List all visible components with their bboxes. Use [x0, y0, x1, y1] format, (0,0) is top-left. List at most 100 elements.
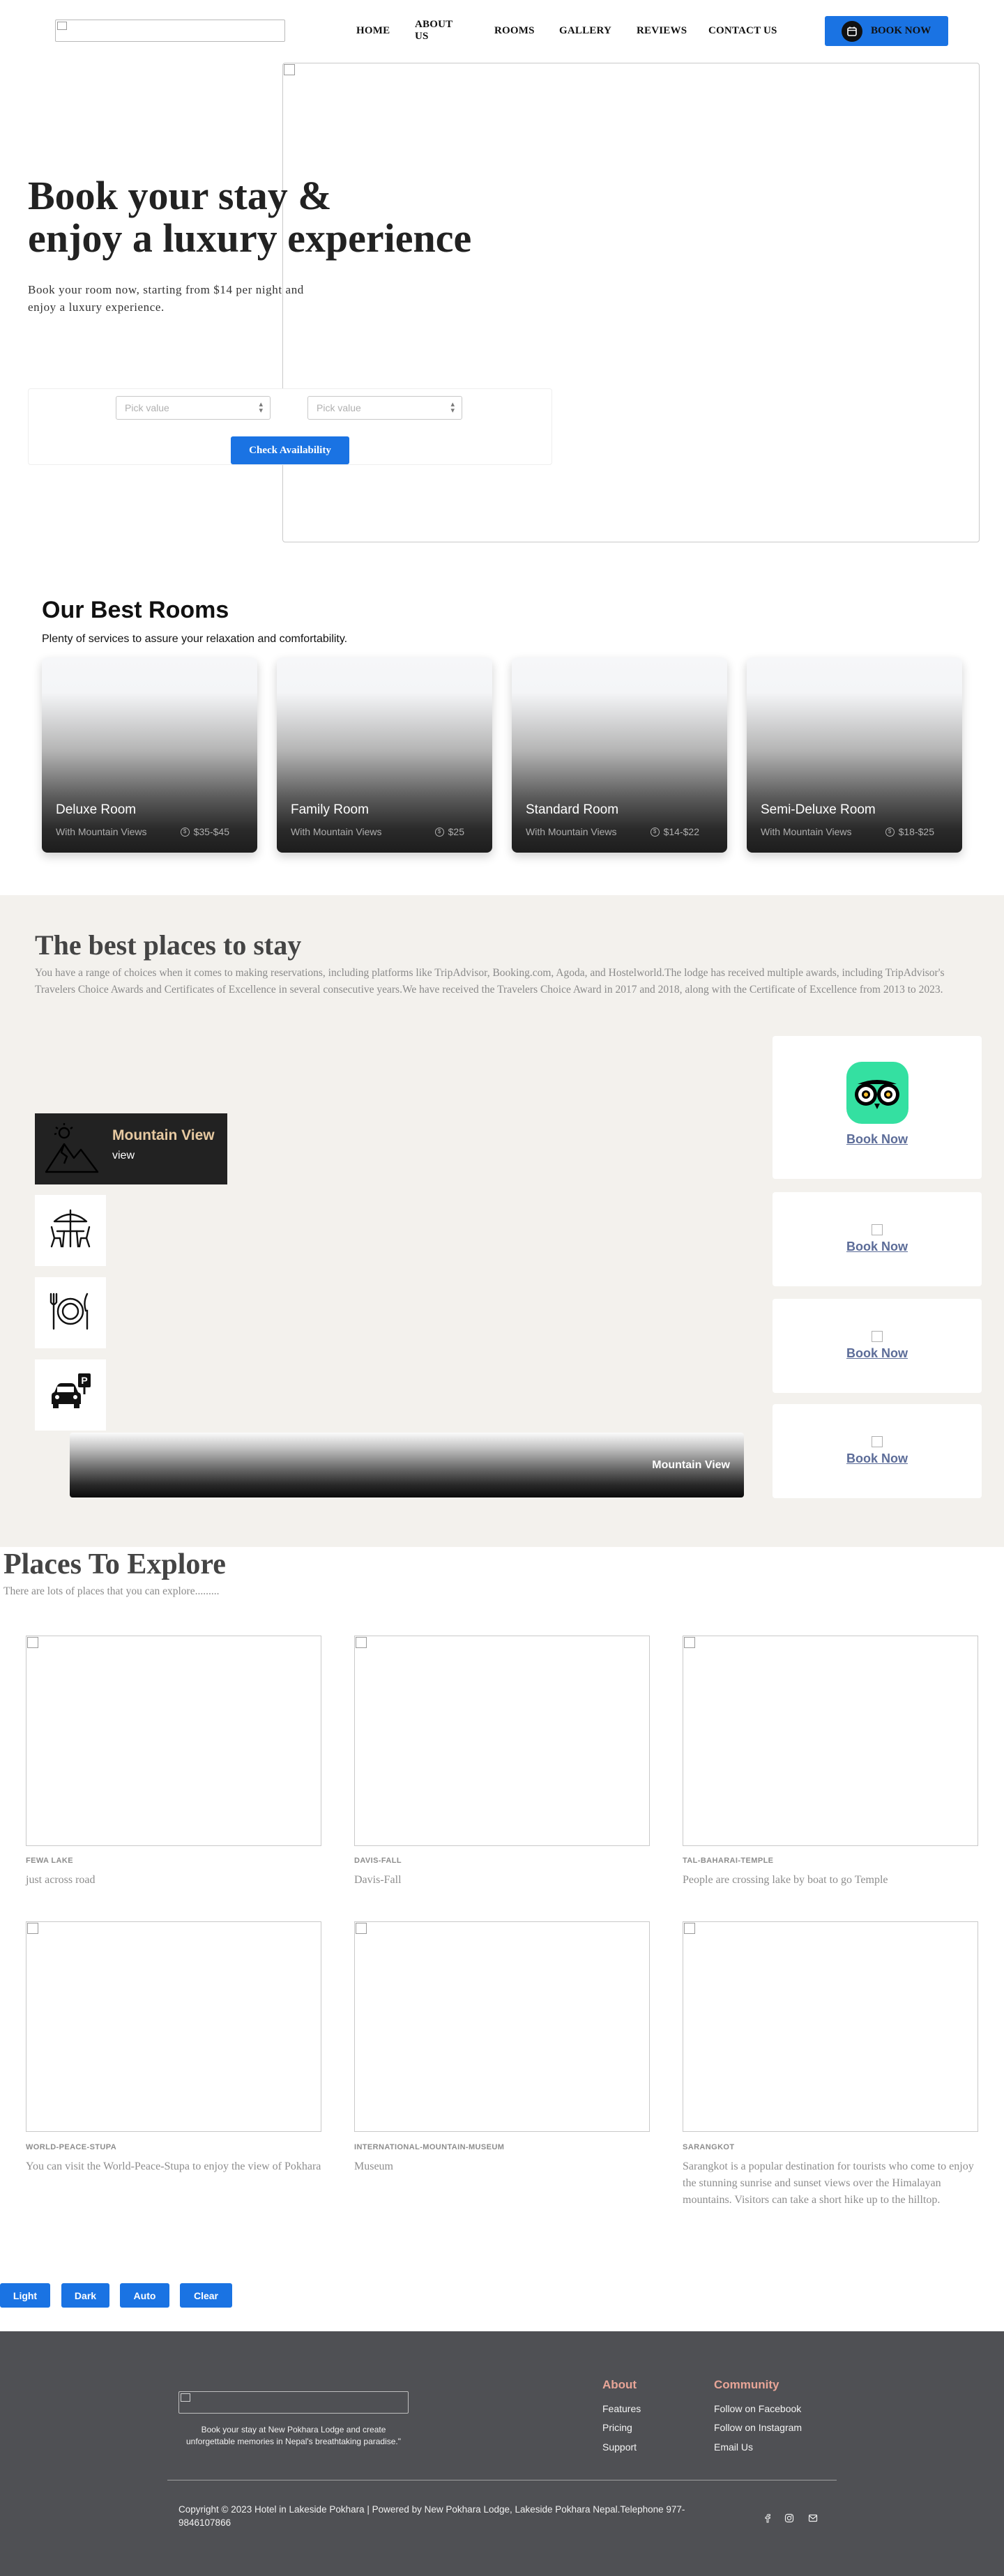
room-view: With Mountain Views [56, 826, 147, 837]
plate-cutlery-icon [47, 1288, 93, 1338]
broken-image-icon [872, 1436, 883, 1447]
room-card[interactable]: Semi-Deluxe Room With Mountain Views $ $1… [747, 657, 962, 853]
mountain-view-banner: Mountain View [70, 1433, 744, 1497]
room-name: Standard Room [526, 802, 619, 817]
book-now-link[interactable]: Book Now [846, 1240, 908, 1254]
banner-label: Mountain View [652, 1459, 730, 1471]
site-logo[interactable] [55, 20, 285, 42]
hero-title-line-2: enjoy a luxury experience [28, 215, 472, 261]
broken-image-icon [684, 1923, 695, 1934]
footer [0, 2331, 1004, 2576]
book-now-label: BOOK NOW [871, 25, 931, 36]
table-umbrella-icon [47, 1206, 93, 1256]
place-description: You can visit the World-Peace-Stupa to e… [26, 2160, 321, 2172]
room-card[interactable]: Standard Room With Mountain Views $ $14-$… [512, 657, 727, 853]
broken-image-icon [356, 1923, 367, 1934]
nav-reviews[interactable]: REVIEWS [637, 25, 687, 37]
theme-dark-button[interactable]: Dark [61, 2283, 109, 2308]
rooms-subtitle: Plenty of services to assure your relaxa… [42, 633, 348, 645]
place-image [683, 1921, 978, 2132]
place-description: just across road [26, 1874, 96, 1886]
svg-text:P: P [81, 1375, 87, 1386]
footer-link-email[interactable]: Email Us [714, 2441, 753, 2453]
footer-copyright: Copyright © 2023 Hotel in Lakeside Pokha… [178, 2504, 685, 2528]
room-price-value: $14-$22 [663, 826, 699, 837]
room-name: Deluxe Room [56, 802, 137, 817]
place-description: People are crossing lake by boat to go T… [683, 1874, 888, 1886]
booking-card: Book Now [773, 1299, 982, 1393]
theme-auto-button[interactable]: Auto [120, 2283, 169, 2308]
nav-contact[interactable]: CONTACT US [708, 25, 777, 37]
footer-tagline: Book your stay at New Pokhara Lodge and … [185, 2425, 402, 2446]
hero-title-line-1: Book your stay & [28, 173, 332, 218]
room-card[interactable]: Family Room With Mountain Views $ $25 [277, 657, 492, 853]
places-title: Places To Explore [3, 1548, 226, 1580]
coin-icon: $ [885, 827, 895, 837]
coin-icon: $ [650, 827, 660, 837]
facebook-icon[interactable] [763, 2513, 773, 2523]
place-caption: TAL-BAHARAI-TEMPLE [683, 1857, 774, 1865]
hero-title: Book your stay & enjoy a luxury experien… [28, 174, 471, 259]
footer-community-heading: Community [714, 2378, 779, 2391]
instagram-icon[interactable] [784, 2513, 794, 2523]
place-description: Sarangkot is a popular destination for t… [683, 2160, 974, 2206]
place-image [26, 1636, 321, 1846]
place-image [26, 1921, 321, 2132]
room-card[interactable]: Deluxe Room With Mountain Views $ $35-$45 [42, 657, 257, 853]
book-now-link[interactable]: Book Now [846, 1346, 908, 1361]
nav-rooms[interactable]: ROOMS [494, 25, 535, 37]
nav-gallery[interactable]: GALLERY [559, 25, 611, 37]
best-places-title: The best places to stay [35, 929, 302, 961]
room-name: Semi-Deluxe Room [761, 802, 876, 817]
mountain-icon [43, 1122, 100, 1180]
footer-link-facebook[interactable]: Follow on Facebook [714, 2403, 801, 2414]
checkout-select[interactable]: Pick value ▴ ▾ [307, 396, 462, 420]
feature-dining-table[interactable] [35, 1195, 106, 1266]
room-price-value: $35-$45 [193, 826, 229, 837]
place-caption: INTERNATIONAL-MOUNTAIN-MUSEUM [354, 2143, 505, 2151]
feature-parking[interactable]: P [35, 1359, 106, 1431]
select-arrows-icon: ▴ ▾ [450, 400, 455, 415]
footer-link-pricing[interactable]: Pricing [602, 2422, 632, 2433]
room-price-value: $18-$25 [898, 826, 934, 837]
feature-subtitle: view [112, 1150, 135, 1161]
feature-mountain-view[interactable]: Mountain View view [35, 1113, 227, 1184]
checkin-select[interactable]: Pick value ▴ ▾ [116, 396, 271, 420]
room-price: $ $14-$22 [650, 826, 699, 837]
footer-link-features[interactable]: Features [602, 2403, 641, 2414]
car-parking-icon: P [47, 1371, 93, 1420]
place-image [354, 1636, 650, 1846]
nav-home[interactable]: HOME [356, 25, 390, 37]
footer-about-heading: About [602, 2378, 637, 2391]
broken-image-icon [181, 2393, 190, 2402]
place-image [354, 1921, 650, 2132]
room-view: With Mountain Views [291, 826, 382, 837]
broken-image-icon [872, 1331, 883, 1342]
booking-card: Book Now [773, 1404, 982, 1498]
broken-image-icon [684, 1637, 695, 1648]
nav-about[interactable]: ABOUT US [415, 19, 452, 43]
theme-light-button[interactable]: Light [0, 2283, 50, 2308]
footer-link-support[interactable]: Support [602, 2441, 637, 2453]
booking-card-tripadvisor: Book Now [773, 1036, 982, 1179]
broken-image-icon [27, 1637, 38, 1648]
book-now-link[interactable]: Book Now [846, 1132, 908, 1147]
broken-image-icon [57, 22, 67, 30]
theme-clear-button[interactable]: Clear [180, 2283, 232, 2308]
coin-icon: $ [434, 827, 444, 837]
rooms-title: Our Best Rooms [42, 597, 229, 623]
checkout-placeholder: Pick value [317, 402, 361, 413]
book-now-link[interactable]: Book Now [846, 1451, 908, 1466]
feature-restaurant[interactable] [35, 1277, 106, 1348]
footer-link-instagram[interactable]: Follow on Instagram [714, 2422, 802, 2433]
hero-subtitle: Book your room now, starting from $14 pe… [28, 283, 304, 314]
place-caption: FEWA LAKE [26, 1857, 73, 1865]
broken-image-icon [284, 64, 295, 75]
best-places-paragraph: You have a range of choices when it come… [35, 967, 945, 996]
email-icon[interactable] [808, 2513, 818, 2523]
check-availability-button[interactable]: Check Availability [231, 436, 349, 464]
book-now-button[interactable]: BOOK NOW [825, 16, 948, 46]
place-description: Museum [354, 2160, 393, 2172]
footer-logo[interactable] [178, 2391, 409, 2414]
place-caption: WORLD-PEACE-STUPA [26, 2143, 117, 2151]
